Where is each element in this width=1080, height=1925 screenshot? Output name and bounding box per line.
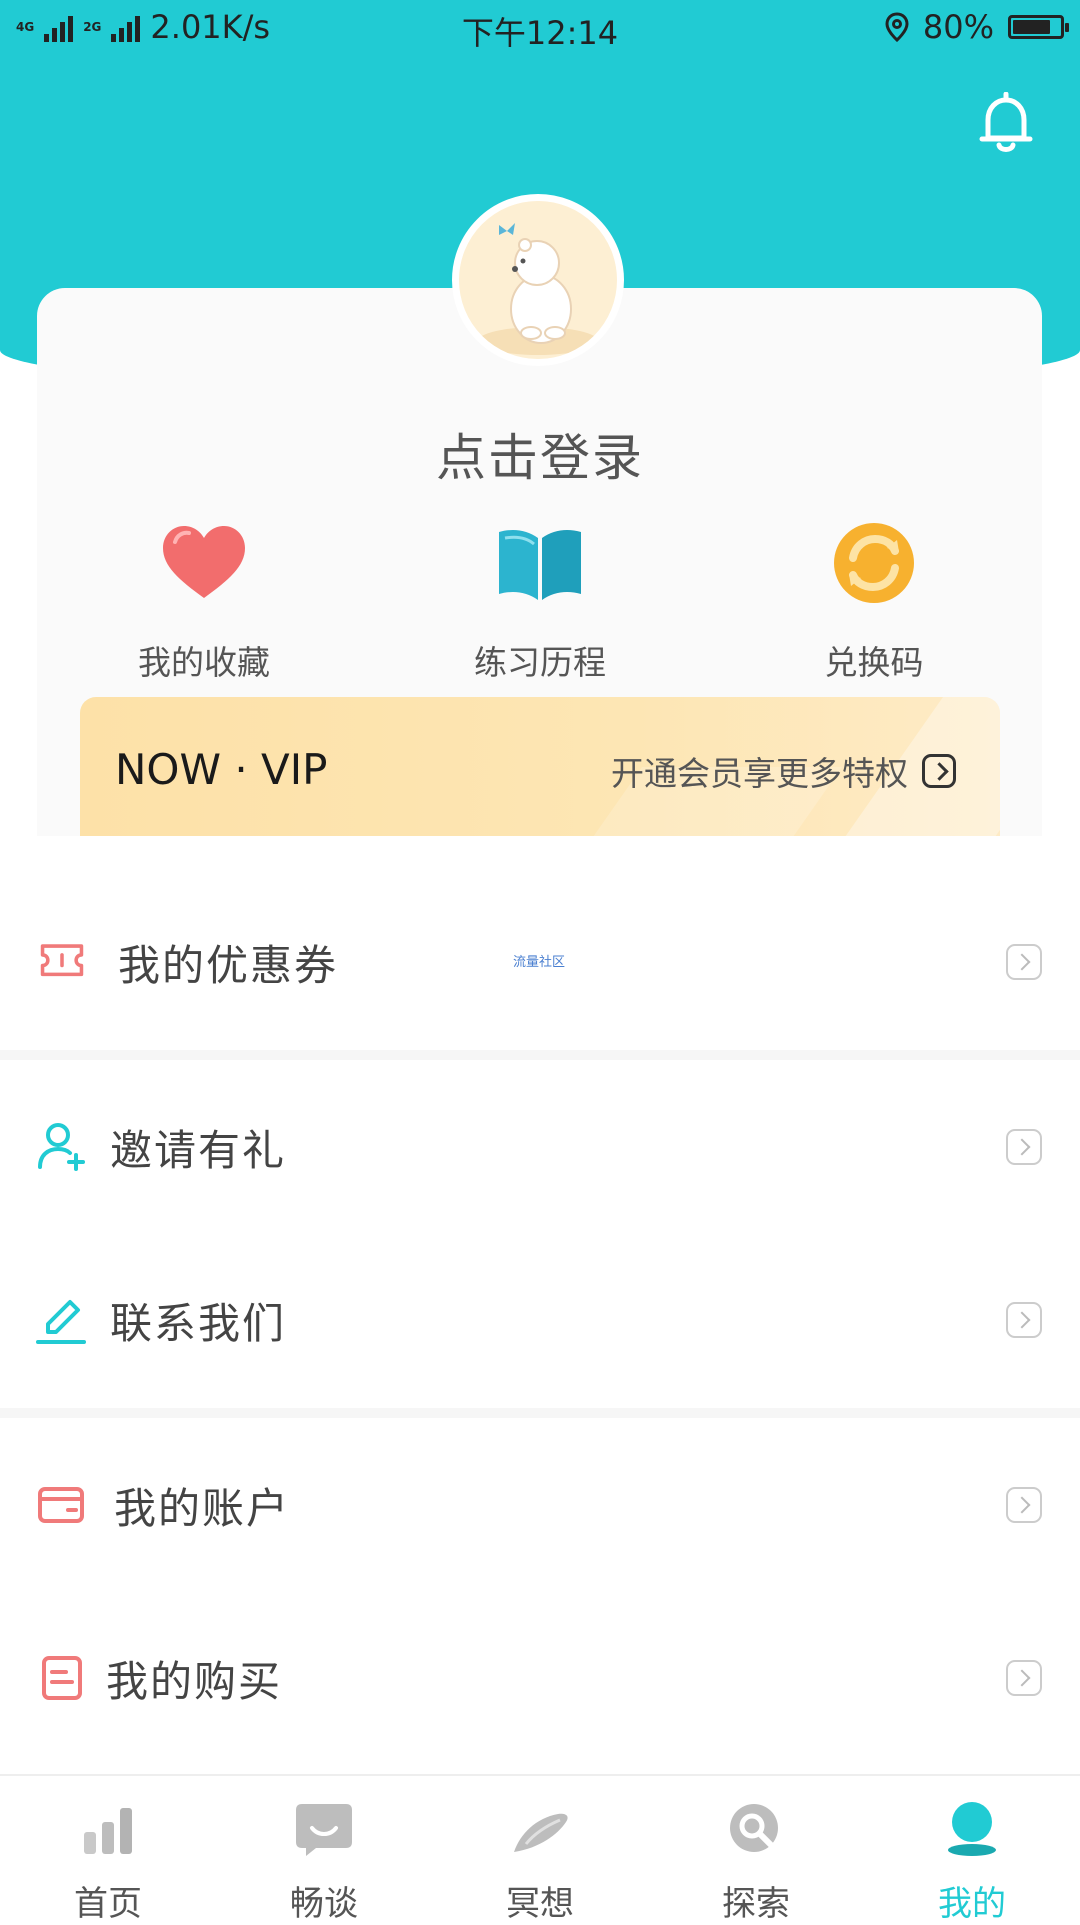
explore-search-icon xyxy=(730,1804,778,1852)
status-bar: 4G 2G 2.01K/s 下午12:14 80% xyxy=(0,0,1080,58)
account-label: 我的账户 xyxy=(114,1483,291,1533)
tab-explore[interactable]: 探索 xyxy=(648,1776,864,1924)
menu-item-invite[interactable]: 邀请有礼 xyxy=(0,1097,1080,1197)
menu-item-purchases[interactable]: 我的购买 xyxy=(0,1628,1080,1728)
coupon-icon xyxy=(40,944,84,977)
invite-label: 邀请有礼 xyxy=(110,1125,287,1175)
wallet-icon xyxy=(38,1487,84,1523)
coupons-label: 我的优惠券 xyxy=(118,940,339,990)
section-divider xyxy=(0,1408,1080,1418)
tab-chat-label: 畅谈 xyxy=(290,1884,358,1924)
redeem-code-label: 兑换码 xyxy=(824,643,924,682)
purchase-doc-icon xyxy=(42,1656,82,1700)
polar-bear-avatar-icon xyxy=(459,201,617,359)
section-divider xyxy=(0,1050,1080,1060)
practice-history-label: 练习历程 xyxy=(474,643,606,682)
bell-icon[interactable] xyxy=(978,92,1034,156)
profile-icon xyxy=(948,1802,996,1856)
tab-meditation[interactable]: 冥想 xyxy=(432,1776,648,1924)
contact-label: 联系我们 xyxy=(110,1298,287,1348)
tab-meditation-label: 冥想 xyxy=(506,1884,574,1924)
chevron-right-icon xyxy=(1006,1487,1042,1523)
home-bars-icon xyxy=(84,1808,132,1854)
exchange-icon xyxy=(834,523,914,603)
chevron-right-icon xyxy=(1006,1660,1042,1696)
arrow-right-icon xyxy=(922,754,956,788)
meditation-icon xyxy=(514,1813,568,1852)
vip-banner[interactable]: NOW · VIP 开通会员享更多特权 xyxy=(80,697,1000,836)
heart-icon xyxy=(163,526,245,598)
login-prompt[interactable]: 点击登录 xyxy=(0,418,1080,490)
status-right: 80% xyxy=(885,8,1069,46)
menu-item-account[interactable]: 我的账户 xyxy=(0,1455,1080,1555)
purchases-label: 我的购买 xyxy=(106,1656,283,1706)
location-icon xyxy=(885,12,909,42)
tab-profile-label: 我的 xyxy=(938,1884,1006,1924)
tab-profile[interactable]: 我的 xyxy=(864,1776,1080,1924)
bottom-tab-bar: 首页 畅谈 冥想 探索 我的 xyxy=(0,1774,1080,1924)
vip-promo-text: 开通会员享更多特权 xyxy=(611,754,908,793)
menu-item-contact[interactable]: 联系我们 xyxy=(0,1270,1080,1370)
battery-icon xyxy=(1008,15,1069,39)
favorites-label: 我的收藏 xyxy=(138,643,270,682)
chevron-right-icon xyxy=(1006,944,1042,980)
quick-action-redeem-code[interactable]: 兑换码 xyxy=(744,518,1004,684)
book-icon xyxy=(499,530,581,600)
chevron-right-icon xyxy=(1006,1302,1042,1338)
quick-action-favorites[interactable]: 我的收藏 xyxy=(74,518,334,684)
tab-home[interactable]: 首页 xyxy=(0,1776,216,1924)
chevron-right-icon xyxy=(1006,1129,1042,1165)
invite-user-icon xyxy=(38,1123,85,1171)
vip-promo[interactable]: 开通会员享更多特权 xyxy=(611,747,956,795)
chat-icon xyxy=(296,1804,352,1856)
tab-chat[interactable]: 畅谈 xyxy=(216,1776,432,1924)
quick-action-practice-history[interactable]: 练习历程 xyxy=(410,518,670,684)
avatar[interactable] xyxy=(452,194,624,366)
tab-home-label: 首页 xyxy=(74,1884,142,1924)
watermark-text: 流量社区 xyxy=(513,955,566,970)
tab-explore-label: 探索 xyxy=(722,1884,790,1924)
pen-icon xyxy=(36,1300,86,1344)
battery-percent: 80% xyxy=(922,8,994,46)
vip-title: NOW · VIP xyxy=(115,745,328,794)
battery-fill xyxy=(1013,20,1050,34)
